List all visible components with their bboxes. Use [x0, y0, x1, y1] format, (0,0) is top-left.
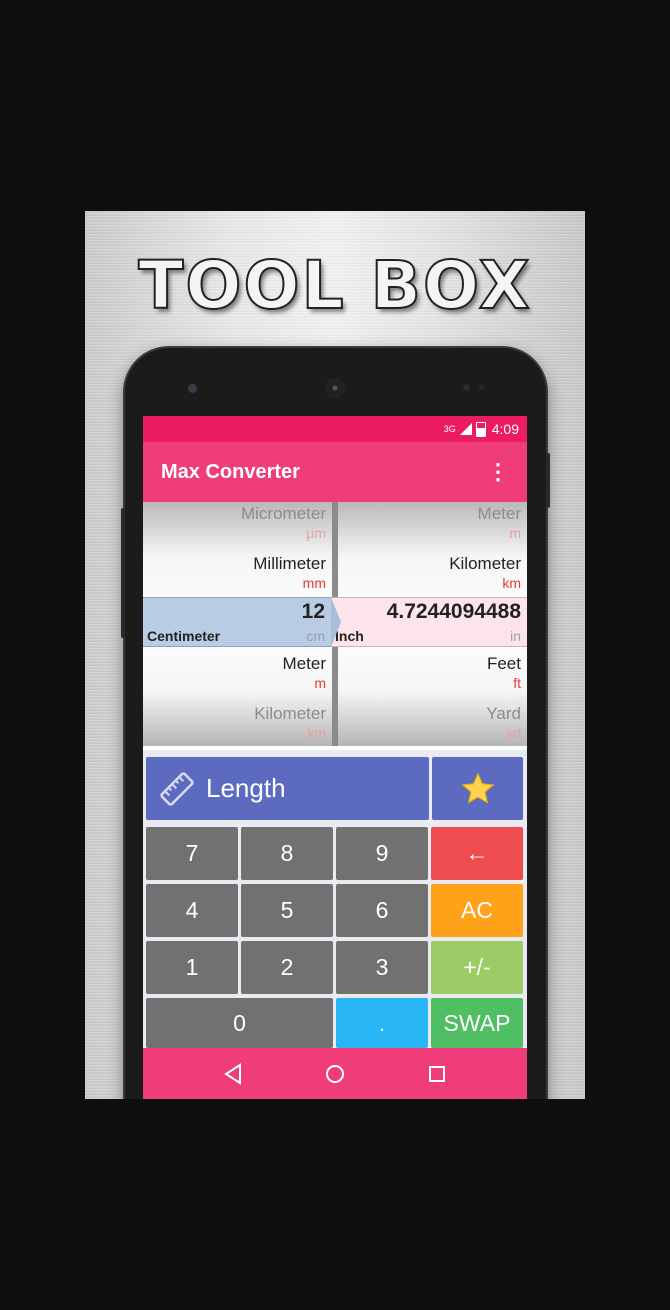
from-unit-selected[interactable]: 12 Centimeter cm: [143, 597, 331, 647]
wheel-item[interactable]: Kilometer km: [143, 702, 332, 746]
key-4[interactable]: 4: [146, 884, 238, 937]
favorite-button[interactable]: [432, 757, 523, 820]
more-vert-icon[interactable]: ⋮: [487, 461, 509, 483]
app-screen: 3G 4:09 Max Converter ⋮ Micrometer µm Mi…: [143, 416, 527, 1099]
proximity-sensor: [463, 384, 470, 391]
key-8[interactable]: 8: [241, 827, 333, 880]
category-label: Length: [206, 773, 286, 803]
key-5[interactable]: 5: [241, 884, 333, 937]
wheel-item[interactable]: Meter m: [338, 502, 527, 552]
to-unit-abbr: in: [510, 628, 521, 644]
front-camera: [188, 384, 197, 393]
battery-icon: [475, 421, 486, 437]
navigation-bar: [143, 1048, 527, 1099]
status-bar: 3G 4:09: [143, 416, 527, 442]
promo-background: TOOL BOX 3G 4:09 Max Converter ⋮ Microme…: [85, 211, 585, 1099]
key-3[interactable]: 3: [336, 941, 428, 994]
key-6[interactable]: 6: [336, 884, 428, 937]
input-value: 12: [301, 600, 325, 623]
wheel-item[interactable]: Meter m: [143, 652, 332, 702]
key-1[interactable]: 1: [146, 941, 238, 994]
key-7[interactable]: 7: [146, 827, 238, 880]
app-toolbar: Max Converter ⋮: [143, 442, 527, 502]
star-icon: [461, 772, 494, 804]
phone-frame: 3G 4:09 Max Converter ⋮ Micrometer µm Mi…: [121, 348, 550, 1099]
ruler-icon: [160, 771, 194, 806]
swap-button[interactable]: SWAP: [431, 998, 523, 1048]
wheel-item[interactable]: Kilometer km: [338, 552, 527, 602]
wheel-item[interactable]: Feet ft: [338, 652, 527, 702]
from-unit-name: Centimeter: [147, 628, 221, 644]
result-value: 4.7244094488: [386, 600, 521, 623]
wheel-item[interactable]: Yard yd: [338, 702, 527, 746]
decimal-button[interactable]: .: [336, 998, 428, 1048]
volume-button: [546, 453, 550, 508]
keypad: Length 7 8 9 ← 4 5 6 AC 1 2 3 +/- 0 . SW…: [143, 750, 527, 1048]
status-time: 4:09: [491, 421, 519, 437]
power-button: [121, 508, 125, 638]
selection-arrow-icon: [331, 597, 341, 647]
wheel-item[interactable]: Micrometer µm: [143, 502, 332, 552]
promo-title: TOOL BOX: [137, 246, 532, 325]
sign-toggle-button[interactable]: +/-: [431, 941, 523, 994]
backspace-button[interactable]: ←: [431, 827, 523, 880]
from-unit-abbr: cm: [306, 628, 325, 644]
to-unit-selected[interactable]: 4.7244094488 Inch in: [331, 597, 527, 647]
key-2[interactable]: 2: [241, 941, 333, 994]
signal-icon: [459, 423, 472, 435]
clear-button[interactable]: AC: [431, 884, 523, 937]
key-0[interactable]: 0: [146, 998, 333, 1048]
category-button[interactable]: Length: [146, 757, 429, 820]
unit-wheels: Micrometer µm Millimeter mm Meter m Kilo…: [143, 502, 527, 746]
back-icon[interactable]: [223, 1062, 243, 1085]
key-9[interactable]: 9: [336, 827, 428, 880]
network-type: 3G: [443, 424, 456, 434]
app-title: Max Converter: [161, 460, 300, 483]
light-sensor: [479, 385, 484, 390]
earpiece-speaker: [325, 378, 345, 398]
recents-icon[interactable]: [427, 1064, 447, 1084]
home-icon[interactable]: [324, 1063, 346, 1085]
wheel-item[interactable]: Millimeter mm: [143, 552, 332, 602]
